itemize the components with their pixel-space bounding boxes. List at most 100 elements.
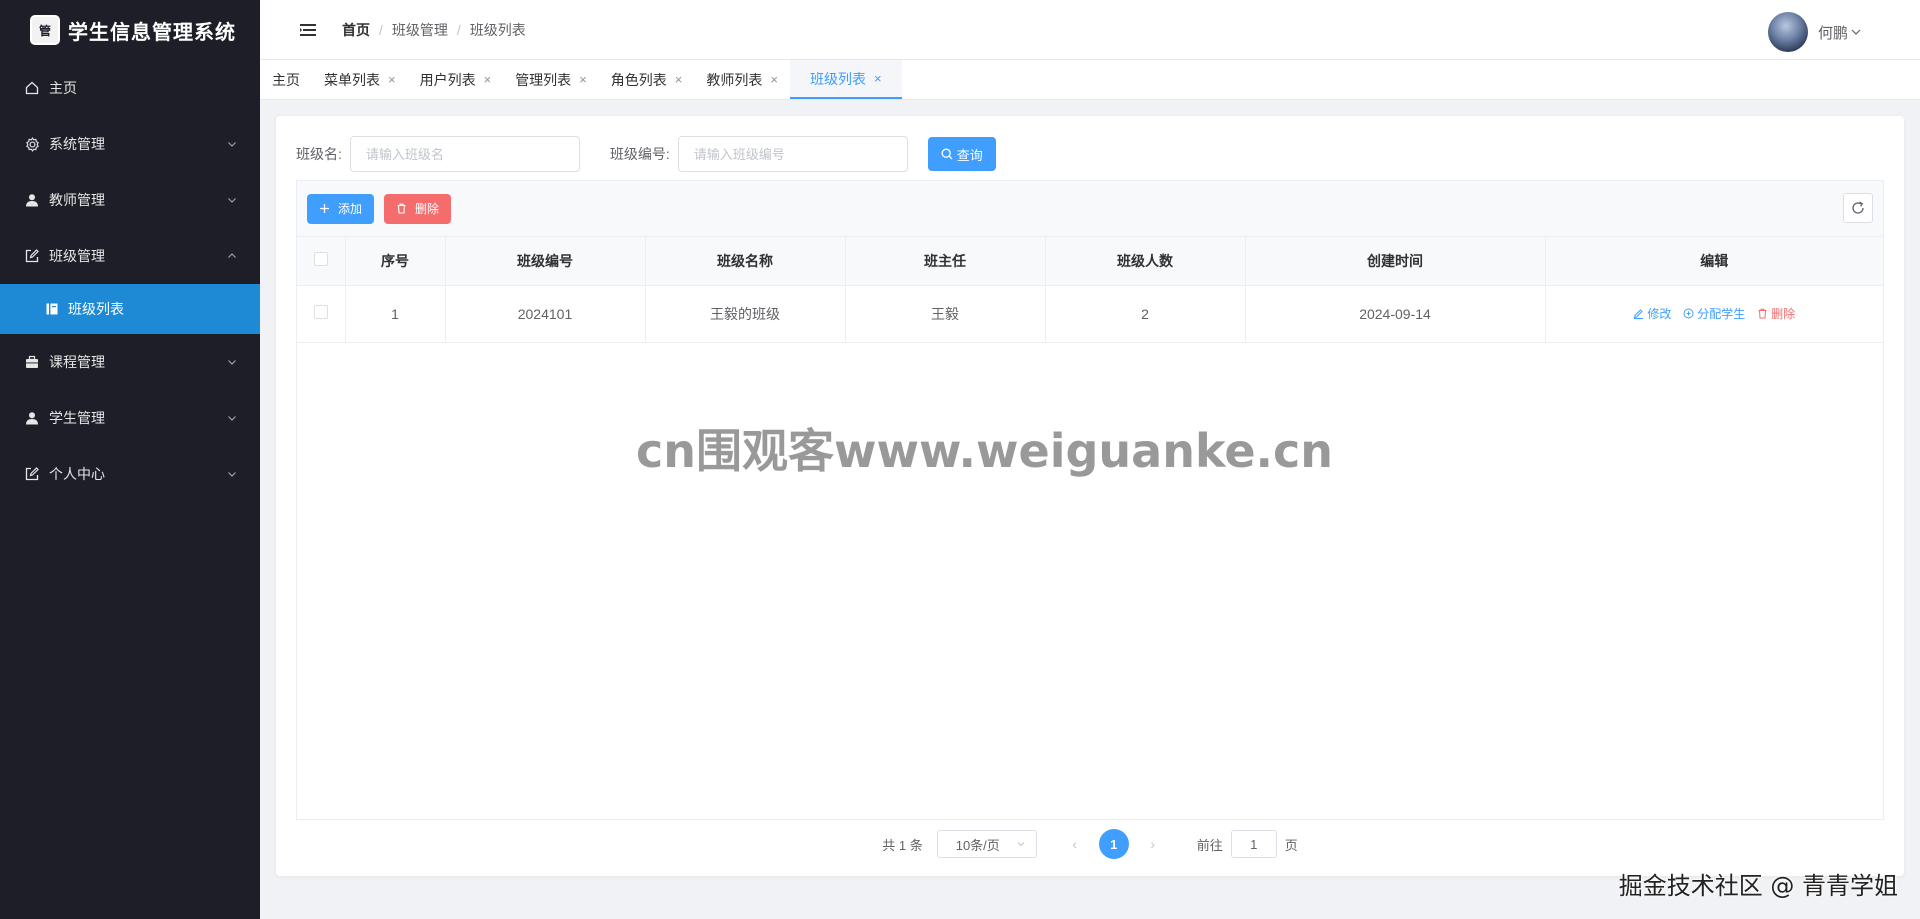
menu-toggle-icon[interactable] [298,20,318,40]
trash-icon [1758,308,1767,319]
plus-circle-icon [1683,308,1694,319]
close-icon[interactable]: × [675,72,683,87]
chevron-up-icon [228,253,236,258]
class-table: 序号 班级编号 班级名称 班主任 班级人数 创建时间 编辑 1 2024101 … [297,237,1883,343]
notebook-icon [44,301,60,317]
watermark-center: cn围观客www.weiguanke.cn [636,424,1334,478]
prev-page-button[interactable]: ‹ [1061,836,1089,852]
delete-row-link[interactable]: 删除 [1757,305,1795,322]
user-menu[interactable]: 何鹏 [1767,12,1862,52]
home-icon [24,80,40,96]
class-name-input[interactable] [349,136,580,172]
column-header[interactable]: 序号 [345,237,446,286]
plus-icon [320,204,329,213]
refresh-icon [1852,201,1864,214]
gear-icon [24,136,40,152]
briefcase-icon [24,354,40,370]
column-header[interactable]: 班级编号 [445,237,646,286]
tab-menu-list[interactable]: 菜单列表 × [312,60,408,99]
class-no-input[interactable] [677,136,908,172]
chevron-down-icon [228,360,236,365]
delete-button-label: 删除 [415,202,440,216]
sidebar-item-home[interactable]: 主页 [0,60,260,116]
add-button[interactable]: 添加 [307,193,375,224]
column-header[interactable]: 创建时间 [1245,237,1546,286]
column-header[interactable]: 班级人数 [1045,237,1246,286]
goto-suffix: 页 [1284,837,1298,853]
cell-count: 2 [1045,285,1246,343]
avatar[interactable] [1767,12,1808,52]
page-number[interactable]: 1 [1098,829,1129,859]
tab-bar: 主页 菜单列表 × 用户列表 × 管理列表 × 角色列表 × 教师列表 × 班级… [260,60,1920,100]
tab-class-list[interactable]: 班级列表 × [789,60,902,99]
sidebar-item-courses[interactable]: 课程管理 [0,334,260,390]
edit-link[interactable]: 修改 [1633,305,1671,322]
tab-label: 主页 [272,71,300,88]
cell-class-no: 2024101 [445,285,646,343]
data-table-panel: 添加 删除 序号 班级编号 班级名称 班主任 班级人数 创建时间 编辑 1 20… [296,180,1884,820]
table-row: 1 2024101 王毅的班级 王毅 2 2024-09-14 修改 分配学生 [297,285,1883,343]
sidebar-item-system[interactable]: 系统管理 [0,116,260,172]
chevron-down-icon [1851,29,1861,35]
next-page-button[interactable]: › [1139,836,1167,852]
refresh-button[interactable] [1843,193,1873,223]
tab-user-list[interactable]: 用户列表 × [408,60,504,99]
user-name[interactable]: 何鹏 [1818,22,1862,43]
sidebar-item-profile[interactable]: 个人中心 [0,446,260,502]
pagination: 共 1 条 10条/页 ‹ 1 › 前往 页 [276,829,1904,859]
close-icon[interactable]: × [388,72,396,87]
sidebar-item-students[interactable]: 学生管理 [0,390,260,446]
close-icon[interactable]: × [579,72,587,87]
tab-label: 教师列表 [706,71,763,88]
select-all-checkbox[interactable] [313,252,328,267]
app-logo[interactable]: 管 学生信息管理系统 [0,0,260,60]
sidebar-item-label: 班级管理 [49,248,105,264]
chevron-down-icon [228,472,236,477]
sidebar-item-label: 教师管理 [49,192,105,208]
breadcrumb-home[interactable]: 首页 [342,20,370,40]
close-icon[interactable]: × [874,71,882,86]
breadcrumb-separator: / [456,21,461,38]
close-icon[interactable]: × [484,72,492,87]
column-header[interactable]: 班主任 [845,237,1046,286]
cell-teacher: 王毅 [845,285,1046,343]
tab-home[interactable]: 主页 [260,60,312,99]
tab-label: 班级列表 [809,70,866,87]
logo-icon: 管 [30,15,60,45]
sidebar-item-teachers[interactable]: 教师管理 [0,172,260,228]
column-header[interactable]: 编辑 [1545,237,1883,286]
goto-page-input[interactable] [1230,830,1277,858]
search-form: 班级名: 班级编号: 查询 [296,136,996,172]
tab-label: 菜单列表 [324,71,380,88]
search-button[interactable]: 查询 [927,137,996,171]
breadcrumb-current: 班级列表 [469,21,526,38]
user-icon [24,192,40,208]
tab-role-list[interactable]: 角色列表 × [599,60,695,99]
cell-index: 1 [345,285,446,343]
watermark-corner: 掘金技术社区 @ 青青学姐 [1618,872,1898,900]
tab-teacher-list[interactable]: 教师列表 × [694,60,790,99]
tab-label: 角色列表 [610,71,667,88]
sidebar-item-label: 学生管理 [49,410,105,426]
cell-created: 2024-09-14 [1245,285,1546,343]
goto-prefix: 前往 [1196,837,1223,853]
column-header[interactable]: 班级名称 [645,237,846,286]
delete-button[interactable]: 删除 [384,193,452,224]
class-no-label: 班级编号: [609,146,670,162]
close-icon[interactable]: × [770,72,778,87]
assign-students-link[interactable]: 分配学生 [1683,305,1745,322]
edit-link-label: 修改 [1647,307,1672,321]
sidebar-item-label: 主页 [49,80,77,96]
user-icon [24,410,40,426]
sidebar-item-classes[interactable]: 班级管理 [0,228,260,284]
search-icon [941,148,953,160]
tab-admin-list[interactable]: 管理列表 × [503,60,599,99]
breadcrumb-item: 班级管理 [391,21,448,38]
cell-class-name: 王毅的班级 [645,285,846,343]
page-size-select[interactable]: 10条/页 [936,830,1037,858]
app-title: 学生信息管理系统 [68,19,236,44]
row-checkbox[interactable] [313,305,328,319]
table-header-row: 序号 班级编号 班级名称 班主任 班级人数 创建时间 编辑 [297,237,1883,286]
sidebar-subitem-class-list[interactable]: 班级列表 [0,284,260,334]
page-size-value: 10条/页 [955,837,1000,853]
